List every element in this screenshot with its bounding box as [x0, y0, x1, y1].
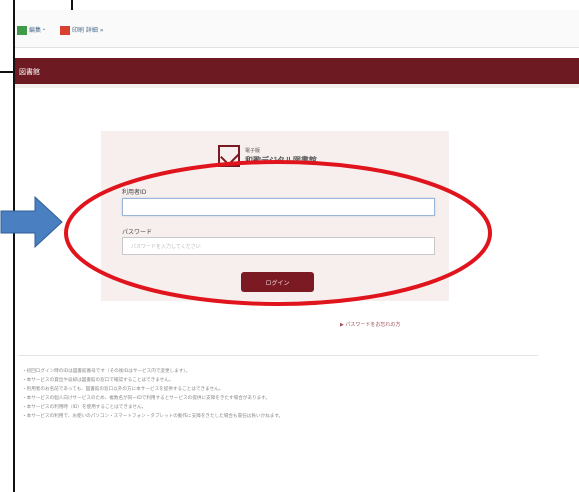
browser-toolbar: 編集・ 印刷 詳細 »	[15, 10, 579, 48]
note-item: ・本サービスの利用で、お使いのパソコン・スマートフォン・タブレットの動作に支障を…	[22, 414, 284, 419]
note-item: ・本サービスの貸出や返却は図書館の窓口で確認することはできません。	[22, 378, 174, 383]
annotation-arrow-icon	[0, 195, 63, 249]
library-logo: 電子版 和歌デジタル図書館	[218, 145, 350, 169]
logo-mark-icon	[218, 145, 240, 167]
header-shadow	[15, 84, 579, 88]
logo-subtitle: 電子版	[245, 148, 261, 154]
password-label: パスワード	[122, 229, 153, 236]
note-item: ・本サービスの利用時（ID）を使用することはできません。	[22, 405, 147, 410]
user-id-label: 利用者ID	[122, 189, 147, 196]
login-button-label: ログイン	[265, 280, 290, 287]
password-placeholder: パスワードを入力してください	[131, 244, 201, 250]
notes-list: ・初回ログイン時のIDは図書館番号です（その後IDはサービス内で変更します）。 …	[22, 367, 542, 421]
note-item: ・本サービスの個人向けサービスのため、複数名が同一IDで利用するとサービスの提供…	[22, 396, 270, 401]
site-header: 図書館	[15, 58, 579, 84]
login-button[interactable]: ログイン	[241, 272, 314, 292]
tool-icon	[60, 26, 70, 35]
page-icon	[17, 26, 27, 35]
note-item: ・初回ログイン時のIDは図書館番号です（その後IDはサービス内で変更します）。	[22, 369, 191, 374]
user-id-field[interactable]	[122, 198, 435, 216]
site-title: 図書館	[19, 68, 40, 76]
toolbar-item-edit[interactable]: 編集・	[17, 25, 47, 35]
section-divider	[18, 355, 538, 356]
note-item: ・利用者のお名前であっても、図書館の窓口以外の方に本サービスを提供することはでき…	[22, 387, 224, 392]
screenshot-frame-stub	[71, 0, 73, 10]
annotation-arrow-shape	[0, 195, 63, 249]
password-field[interactable]: パスワードを入力してください	[122, 237, 435, 255]
callout-line	[0, 71, 15, 73]
forgot-password-link[interactable]: ▶ パスワードをお忘れの方	[340, 321, 400, 328]
login-panel: 電子版 和歌デジタル図書館 利用者ID パスワード パスワードを入力してください…	[101, 131, 449, 301]
toolbar-item-print[interactable]: 印刷 詳細 »	[60, 25, 104, 35]
logo-title: 和歌デジタル図書館	[245, 156, 317, 165]
